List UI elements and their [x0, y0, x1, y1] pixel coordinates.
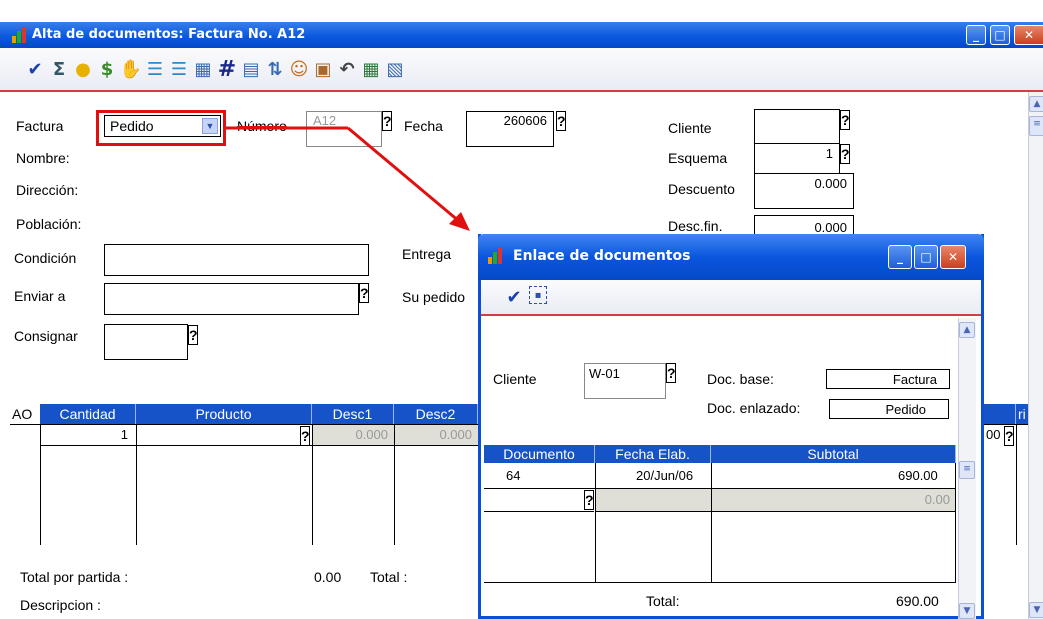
dialog-title: Enlace de documentos: [513, 248, 691, 264]
dialog-header-subtotal[interactable]: Subtotal: [711, 445, 956, 463]
dialog-app-icon: [488, 248, 504, 264]
dialog-toolbar: ✔ ▪: [481, 280, 981, 316]
dialog-row2-readonly: 0.00: [596, 489, 956, 512]
dialog-row1-subtotal: 690.00: [898, 468, 938, 483]
dialog-header-documento[interactable]: Documento: [484, 445, 595, 463]
scroll-thumb[interactable]: ≡: [959, 461, 975, 479]
dialog-header-fecha[interactable]: Fecha Elab.: [595, 445, 711, 463]
docbase-label: Doc. base:: [707, 371, 774, 387]
dialog-cliente-field[interactable]: W-01: [584, 363, 666, 399]
docenlazado-field: Pedido: [829, 399, 949, 419]
dialog-cliente-label: Cliente: [493, 371, 537, 387]
dialog-row2-documento[interactable]: [484, 489, 594, 512]
docbase-field: Factura: [826, 369, 950, 389]
dialog-grid-bottom: [484, 582, 956, 583]
dialog-scrollbar[interactable]: ▲ ≡ ▼: [958, 318, 976, 619]
link-document-icon[interactable]: ▪: [529, 286, 547, 304]
dialog-documento-lookup-button[interactable]: ?: [584, 490, 594, 510]
dialog-minimize-button[interactable]: _: [888, 245, 912, 269]
dialog-cliente-lookup-button[interactable]: ?: [666, 363, 676, 383]
dialog-col-divider: [955, 463, 956, 583]
dialog-total-value: 690.00: [896, 593, 939, 609]
dialog-total-label: Total:: [646, 593, 680, 609]
dialog-maximize-button[interactable]: □: [914, 245, 938, 269]
dialog-col-divider: [595, 463, 596, 583]
dialog-titlebar: Enlace de documentos _ □ ✕: [478, 234, 984, 280]
dialog-col-divider: [711, 463, 712, 583]
dialog-row1-documento: 64: [506, 468, 521, 483]
approve-icon[interactable]: ✔: [503, 286, 525, 308]
scroll-down-icon[interactable]: ▼: [959, 603, 975, 619]
scroll-up-icon[interactable]: ▲: [959, 322, 975, 338]
dialog-row1-fecha: 20/Jun/06: [636, 468, 694, 483]
docenlazado-label: Doc. enlazado:: [707, 400, 801, 416]
dialog-close-button[interactable]: ✕: [940, 245, 966, 269]
